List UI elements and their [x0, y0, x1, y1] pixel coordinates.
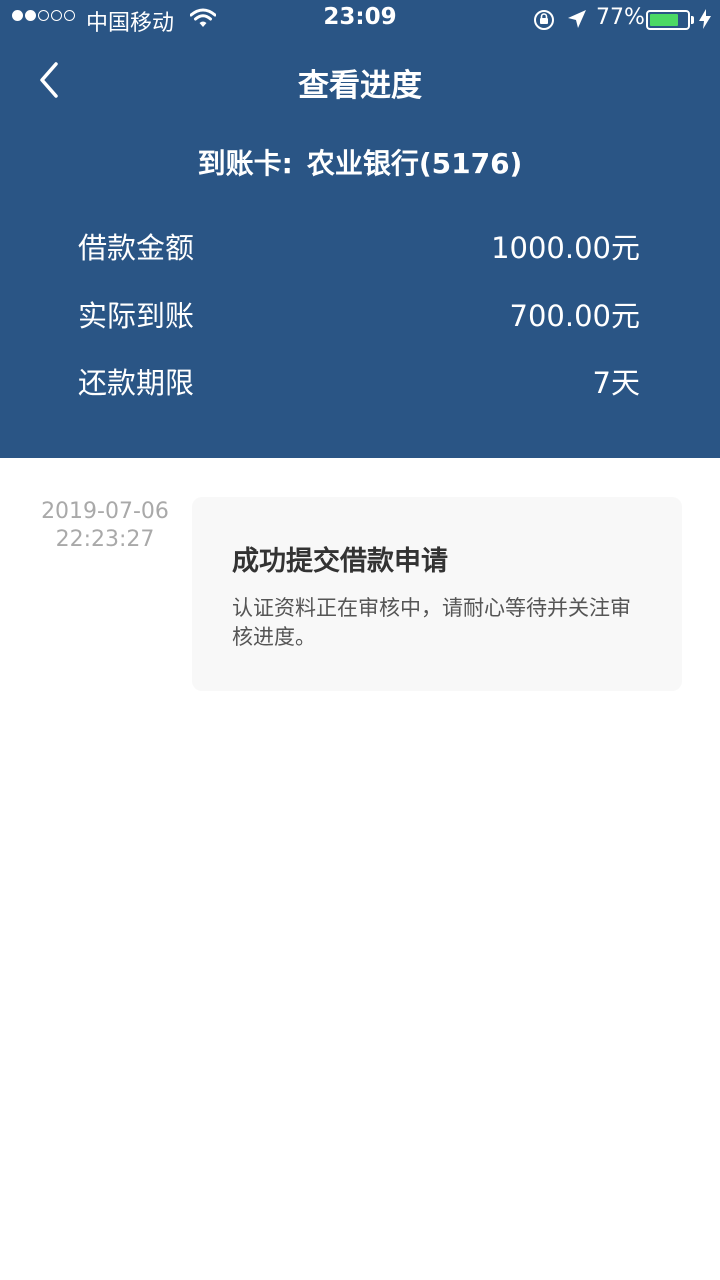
timeline-card: 成功提交借款申请 认证资料正在审核中，请耐心等待并关注审核进度。: [192, 497, 682, 691]
actual-received-label: 实际到账: [78, 299, 195, 333]
battery-nub: [691, 16, 694, 24]
orientation-lock-icon: [532, 8, 556, 38]
timeline-title: 成功提交借款申请: [232, 546, 448, 577]
repayment-term-row: 还款期限 7天: [78, 361, 640, 401]
repayment-term-label: 还款期限: [78, 366, 195, 400]
location-icon: [566, 8, 588, 36]
timeline-time: 22:23:27: [55, 527, 155, 552]
timeline-description: 认证资料正在审核中，请耐心等待并关注审核进度。: [232, 596, 631, 649]
loan-amount-row: 借款金额 1000.00元: [78, 226, 640, 266]
loan-amount-value: 1000.00元: [491, 231, 640, 265]
timeline-date: 2019-07-06: [41, 499, 169, 524]
battery-icon: [646, 10, 690, 30]
charging-bolt-icon: [698, 8, 712, 36]
receiving-card: 到账卡: 农业银行(5176): [0, 142, 720, 182]
page-title: 查看进度: [298, 68, 422, 104]
repayment-term-value: 7天: [592, 366, 640, 400]
timeline-timestamp: 2019-07-06 22:23:27: [30, 498, 180, 554]
card-label: 到账卡:: [197, 147, 293, 180]
actual-received-row: 实际到账 700.00元: [78, 294, 640, 334]
actual-received-value: 700.00元: [509, 299, 640, 333]
loan-amount-label: 借款金额: [78, 231, 195, 265]
status-bar: 中国移动 23:09 77%: [0, 0, 720, 40]
card-value: 农业银行(5176): [306, 147, 523, 180]
battery-percent: 77%: [596, 5, 645, 30]
